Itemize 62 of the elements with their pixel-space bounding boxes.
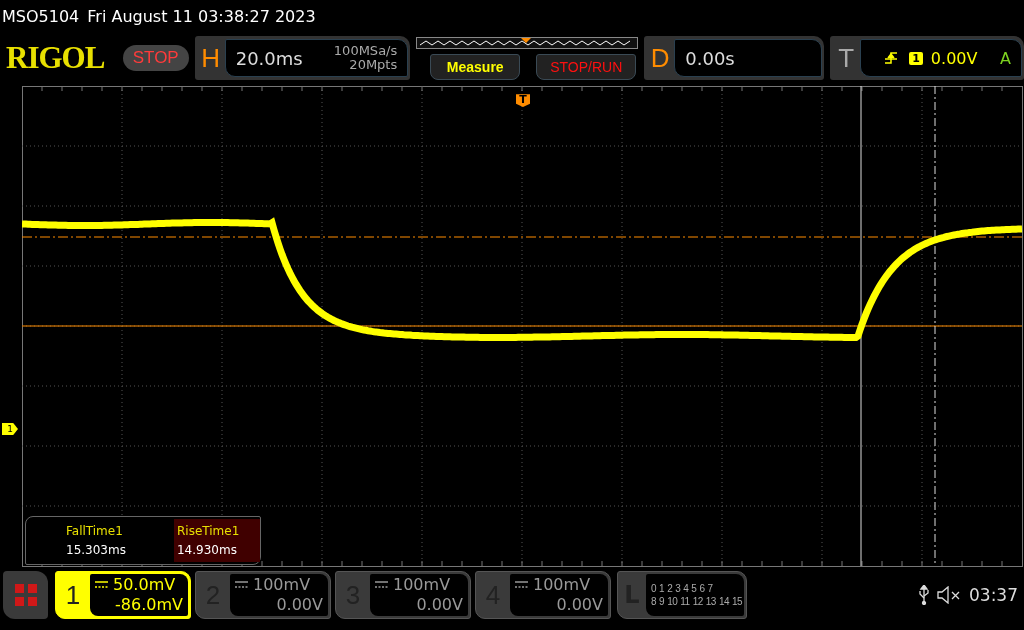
logic-channel-number: 4 bbox=[683, 583, 689, 594]
delay-value: 0.00s bbox=[685, 47, 735, 69]
timebase-value: 20.0ms bbox=[235, 47, 303, 69]
channel-box[interactable]: 1 50.0mV -86.0mV bbox=[55, 571, 191, 619]
logic-channel-number: 6 bbox=[699, 583, 705, 594]
logic-channel-number: 11 bbox=[680, 596, 690, 607]
toolbar-button[interactable]: STOP/RUN bbox=[536, 53, 637, 80]
date-time: Fri August 11 03:38:27 2023 bbox=[87, 6, 316, 26]
usb-icon bbox=[919, 585, 929, 605]
dc-coupling-icon bbox=[95, 581, 108, 589]
delay-panel[interactable]: D 0.00s bbox=[644, 36, 825, 80]
channel-offset: 0.00V bbox=[555, 595, 603, 615]
logic-channel-number: 3 bbox=[675, 583, 681, 594]
measurement-value: 14.930ms bbox=[176, 541, 238, 559]
channel-number: 1 bbox=[64, 578, 82, 612]
rising-edge-icon bbox=[885, 52, 898, 64]
toolbar-button[interactable]: Measure bbox=[430, 53, 521, 80]
measurement-item[interactable]: RiseTime1 14.930ms bbox=[173, 519, 260, 562]
horizontal-panel[interactable]: H 20.0ms 100MSa/s 20Mpts bbox=[194, 36, 411, 80]
grid-icon bbox=[14, 584, 37, 606]
trigger-level: 0.00V bbox=[930, 48, 978, 68]
logic-channel-number: 5 bbox=[691, 583, 697, 594]
channel-scale: 100mV bbox=[533, 575, 591, 595]
logic-channel-number: 13 bbox=[705, 596, 716, 607]
dc-coupling-icon bbox=[515, 581, 528, 589]
measurement-name: RiseTime1 bbox=[176, 522, 241, 540]
sample-rate: 100MSa/s bbox=[333, 44, 398, 58]
channel-offset: 0.00V bbox=[415, 595, 463, 615]
speaker-muted-icon[interactable] bbox=[937, 586, 961, 604]
logic-channel-number: 8 bbox=[651, 596, 657, 607]
channel-scale: 100mV bbox=[393, 575, 451, 595]
measurement-item[interactable]: FallTime1 15.303ms bbox=[26, 519, 174, 562]
logic-channel-number: 9 bbox=[659, 596, 665, 607]
measurement-value: 15.303ms bbox=[66, 541, 127, 559]
channel-scale: 100mV bbox=[253, 575, 311, 595]
channel-scale: 50.0mV bbox=[113, 575, 176, 595]
channel-offset: 0.00V bbox=[275, 595, 323, 615]
memory-depth: 20Mpts bbox=[349, 58, 398, 72]
dc-coupling-icon bbox=[375, 581, 388, 589]
menu-button[interactable] bbox=[3, 571, 48, 619]
logic-channel-number: 2 bbox=[667, 583, 673, 594]
logic-channel-number: 12 bbox=[692, 596, 703, 607]
trigger-panel[interactable]: T 1 0.00V A bbox=[830, 36, 1024, 80]
measurement-name: FallTime1 bbox=[66, 522, 124, 540]
logic-channel-number: 15 bbox=[732, 596, 743, 607]
delay-label: D bbox=[649, 42, 671, 74]
trigger-mode: A bbox=[1000, 48, 1011, 68]
run-state-indicator: STOP bbox=[122, 45, 189, 71]
brand-logo: RIGOL bbox=[6, 40, 106, 76]
horizontal-label: H bbox=[200, 42, 222, 74]
logic-channel-number: 0 bbox=[651, 583, 657, 594]
model-name: MSO5104 bbox=[2, 6, 80, 26]
clock-time: 03:37 bbox=[969, 585, 1018, 605]
logic-channel-number: 10 bbox=[667, 596, 678, 607]
logic-channel-number: 1 bbox=[659, 583, 665, 594]
dc-coupling-icon bbox=[235, 581, 248, 589]
channel-offset-marker[interactable]: 1 bbox=[2, 423, 18, 435]
trigger-label: T bbox=[837, 42, 856, 74]
logic-channel-number: 14 bbox=[718, 596, 729, 607]
channel-offset: -86.0mV bbox=[114, 595, 183, 615]
trigger-source-badge: 1 bbox=[909, 51, 923, 65]
logic-channel-number: 7 bbox=[707, 583, 713, 594]
